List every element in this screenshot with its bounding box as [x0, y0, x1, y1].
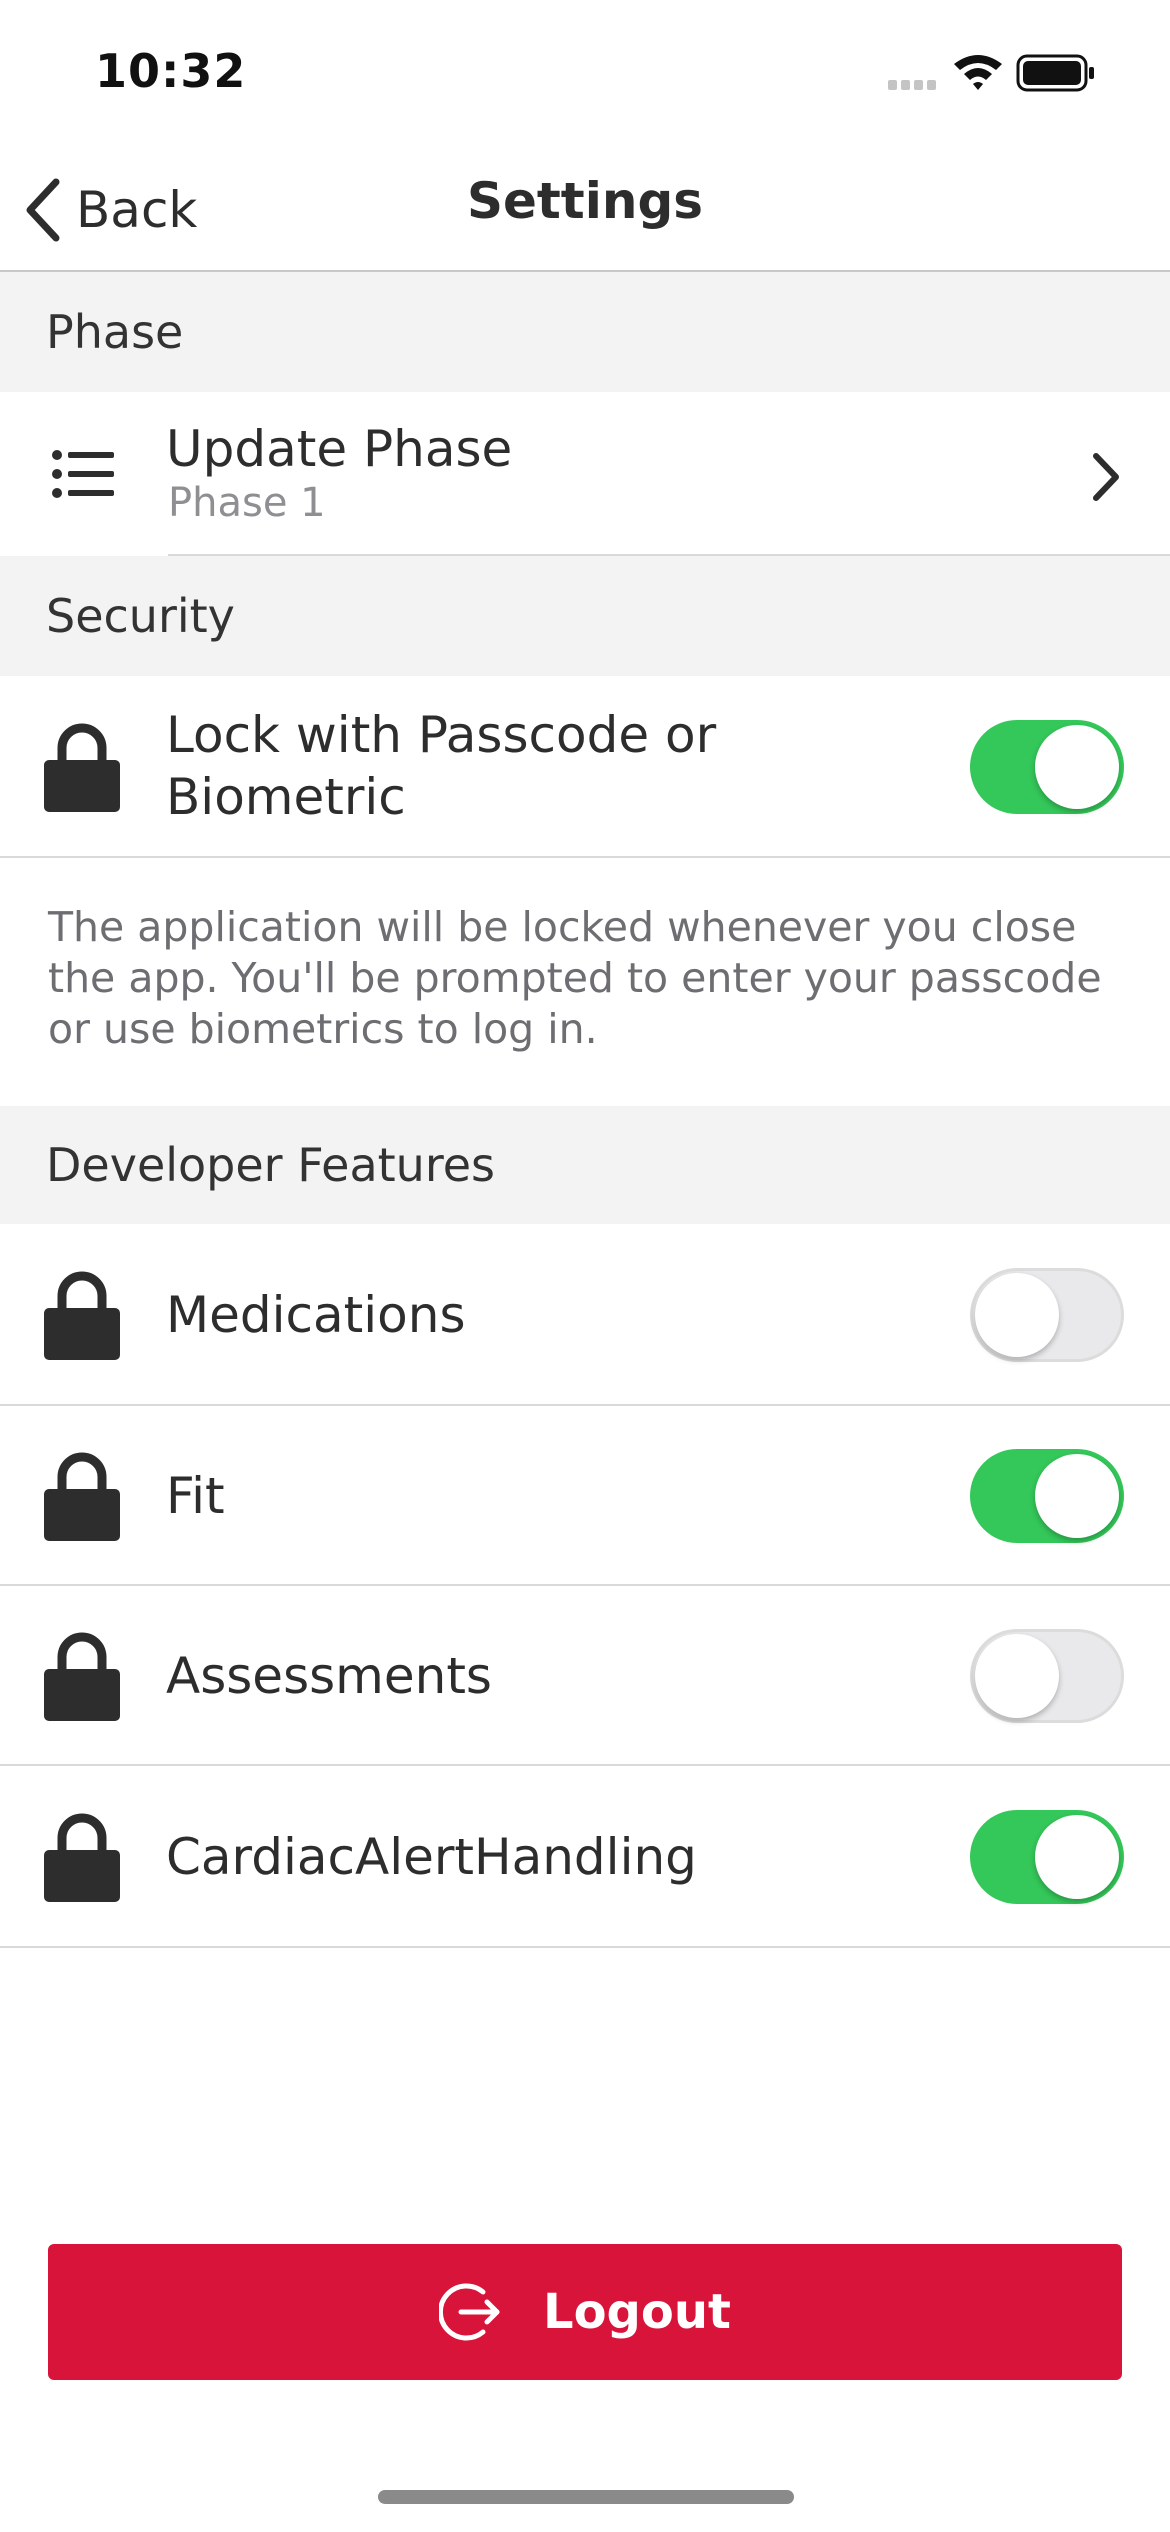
home-indicator[interactable]	[378, 2490, 794, 2504]
nav-bar: Back Settings	[0, 150, 1170, 272]
update-phase-title: Update Phase	[166, 420, 513, 478]
row-divider	[0, 1946, 1170, 1948]
feature-label: Medications	[166, 1286, 466, 1344]
passcode-lock-row: Lock with Passcode or Biometric	[0, 676, 1170, 858]
section-header-security: Security	[0, 556, 1170, 676]
section-header-phase: Phase	[0, 272, 1170, 392]
logout-icon	[438, 2283, 500, 2341]
chevron-right-icon	[1093, 453, 1119, 501]
feature-label: Assessments	[166, 1647, 492, 1705]
logout-button[interactable]: Logout	[48, 2244, 1122, 2380]
fit-toggle[interactable]	[970, 1449, 1124, 1543]
feature-row-medications: Medications	[0, 1224, 1170, 1406]
medications-toggle[interactable]	[970, 1268, 1124, 1362]
feature-row-cardiac-alert-handling: CardiacAlertHandling	[0, 1766, 1170, 1948]
update-phase-row[interactable]: Update Phase Phase 1	[0, 392, 1170, 556]
lock-icon	[44, 1813, 120, 1902]
battery-icon	[1016, 54, 1094, 92]
page-title: Settings	[466, 172, 703, 230]
security-help-text: The application will be locked whenever …	[48, 903, 1102, 1053]
list-icon	[52, 450, 114, 498]
cardiac-alert-handling-toggle[interactable]	[970, 1810, 1124, 1904]
status-icons	[888, 50, 1118, 100]
feature-row-fit: Fit	[0, 1406, 1170, 1586]
feature-label: CardiacAlertHandling	[166, 1828, 697, 1886]
status-time: 10:32	[95, 44, 247, 98]
cellular-signal-icon	[888, 80, 936, 90]
logout-label: Logout	[542, 2284, 731, 2340]
feature-row-assessments: Assessments	[0, 1586, 1170, 1766]
lock-icon	[44, 1452, 120, 1541]
feature-label: Fit	[166, 1467, 225, 1525]
status-bar: 10:32	[0, 0, 1170, 150]
lock-icon	[44, 1271, 120, 1360]
lock-icon	[44, 723, 120, 812]
row-divider	[0, 856, 1170, 858]
passcode-lock-toggle[interactable]	[970, 720, 1124, 814]
lock-icon	[44, 1632, 120, 1721]
wifi-icon	[954, 55, 1002, 90]
assessments-toggle[interactable]	[970, 1629, 1124, 1723]
passcode-lock-label: Lock with Passcode or Biometric	[166, 706, 717, 826]
update-phase-subtitle: Phase 1	[168, 480, 326, 526]
section-header-developer: Developer Features	[0, 1106, 1170, 1224]
